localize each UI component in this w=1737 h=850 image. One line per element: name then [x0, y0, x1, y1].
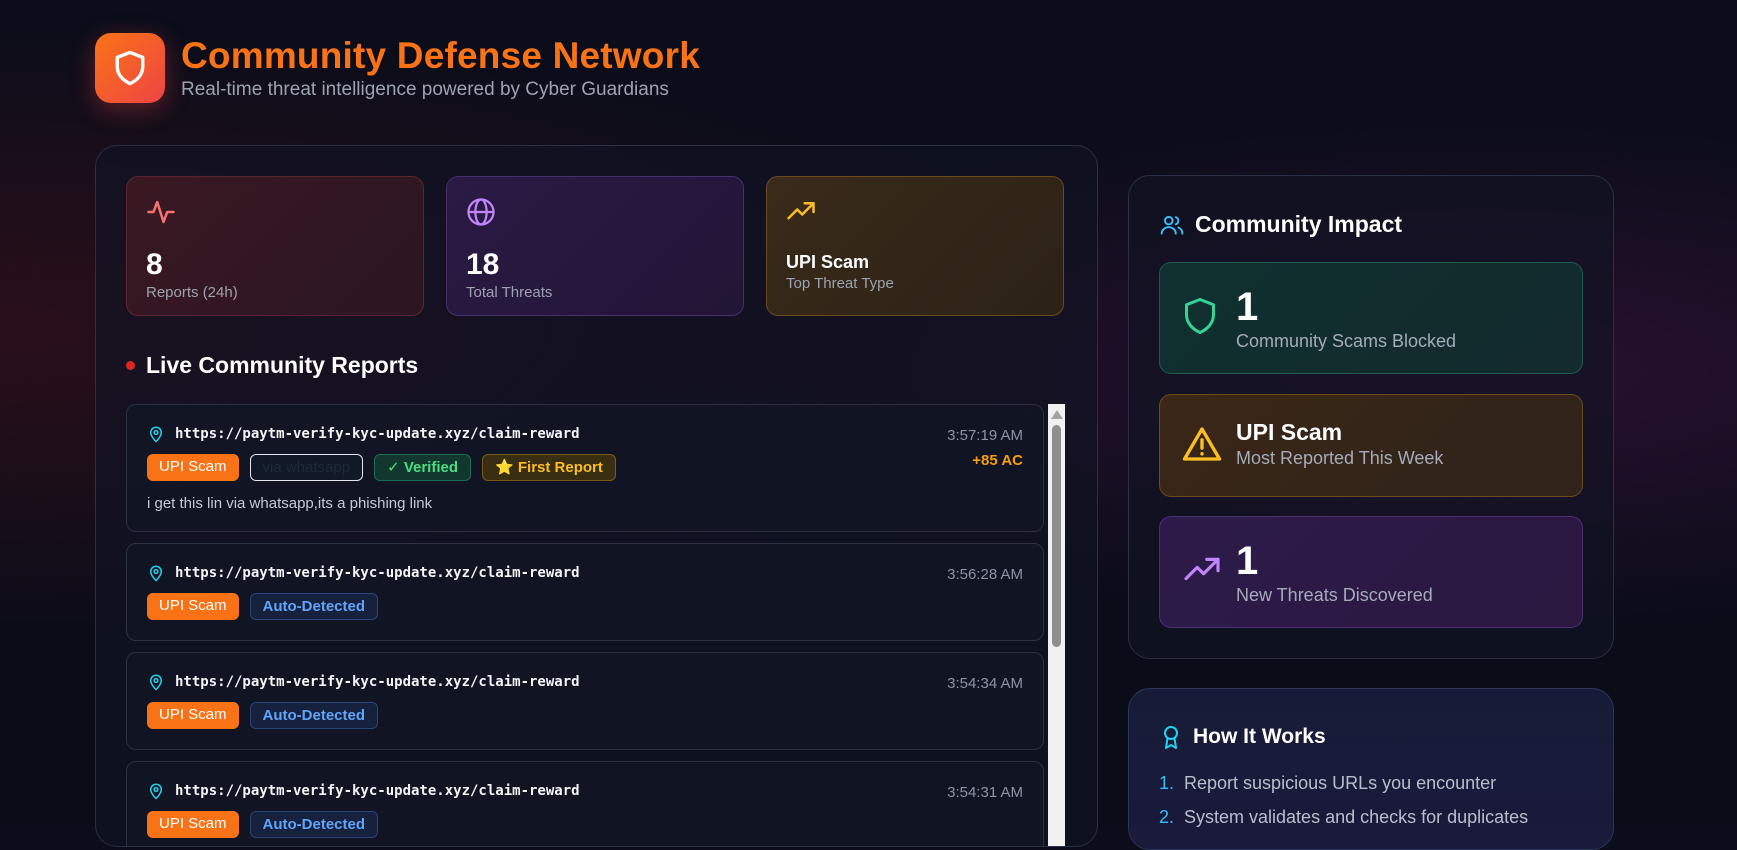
report-time: 3:56:28 AM: [947, 566, 1023, 583]
trending-up-icon: [787, 202, 815, 220]
map-pin-icon: [149, 783, 163, 800]
reward-points: +85 AC: [972, 452, 1023, 469]
impact-card-most-reported: UPI Scam Most Reported This Week: [1159, 394, 1583, 497]
map-pin-icon: [149, 674, 163, 691]
award-icon: [1164, 726, 1178, 749]
page-subtitle: Real-time threat intelligence powered by…: [181, 79, 669, 100]
impact-value: 1: [1236, 285, 1259, 329]
report-item[interactable]: https://paytm-verify-kyc-update.xyz/clai…: [126, 543, 1044, 641]
trending-up-icon: [1184, 557, 1220, 581]
step-text: System validates and checks for duplicat…: [1184, 807, 1529, 827]
stat-value: 8: [146, 248, 163, 281]
globe-icon: [467, 198, 495, 226]
live-dot-icon: [126, 361, 135, 370]
report-time: 3:57:19 AM: [947, 427, 1023, 444]
stat-value: UPI Scam: [786, 252, 870, 272]
impact-label: Community Scams Blocked: [1236, 331, 1457, 351]
stat-label: Total Threats: [466, 284, 553, 301]
scroll-thumb[interactable]: [1052, 425, 1061, 647]
section-title: Live Community Reports: [146, 352, 419, 378]
page-header: Community Defense Network Real-time thre…: [95, 33, 700, 103]
stat-card-reports: 8 Reports (24h): [126, 176, 424, 316]
impact-value: 1: [1236, 539, 1259, 583]
panel-title: Community Impact: [1195, 211, 1403, 237]
scroll-up-arrow-icon[interactable]: [1050, 410, 1063, 419]
impact-label: Most Reported This Week: [1236, 448, 1444, 468]
shield-icon: [115, 50, 145, 86]
stat-label: Top Threat Type: [786, 275, 894, 292]
warning-icon: [1182, 427, 1222, 461]
report-time: 3:54:34 AM: [947, 675, 1023, 692]
how-steps-list: 1. Report suspicious URLs you encounter 2…: [1159, 773, 1528, 841]
impact-value: UPI Scam: [1236, 419, 1343, 445]
users-icon: [1160, 215, 1184, 235]
threat-type-badge: UPI Scam: [147, 593, 239, 620]
reports-panel: 8 Reports (24h) 18 Total Threats UPI Sca…: [95, 145, 1098, 847]
list-item: 1. Report suspicious URLs you encounter: [1159, 773, 1497, 793]
stat-label: Reports (24h): [146, 284, 238, 301]
auto-detected-badge: Auto-Detected: [249, 593, 379, 620]
impact-label: New Threats Discovered: [1236, 585, 1433, 605]
report-comment: i get this lin via whatsapp,its a phishi…: [147, 495, 433, 512]
stat-card-top-threat: UPI Scam Top Threat Type: [766, 176, 1064, 316]
stat-value: 18: [466, 248, 500, 281]
report-url[interactable]: https://paytm-verify-kyc-update.xyz/clai…: [175, 674, 580, 690]
threat-type-badge: UPI Scam: [147, 702, 239, 729]
impact-heading: Community Impact: [1159, 211, 1402, 238]
logo: [95, 33, 165, 103]
impact-card-blocked: 1 Community Scams Blocked: [1159, 262, 1583, 374]
verified-badge: ✓ Verified: [374, 454, 472, 481]
first-report-badge: ⭐ First Report: [482, 454, 616, 481]
panel-title: How It Works: [1193, 725, 1326, 748]
report-url[interactable]: https://paytm-verify-kyc-update.xyz/clai…: [175, 426, 580, 442]
report-url[interactable]: https://paytm-verify-kyc-update.xyz/clai…: [175, 783, 580, 799]
feed-scrollbar[interactable]: [1048, 404, 1065, 846]
community-impact-panel: Community Impact 1 Community Scams Block…: [1128, 175, 1614, 659]
stat-card-threats: 18 Total Threats: [446, 176, 744, 316]
report-time: 3:54:31 AM: [947, 784, 1023, 801]
report-url[interactable]: https://paytm-verify-kyc-update.xyz/clai…: [175, 565, 580, 581]
how-it-works-panel: How It Works 1. Report suspicious URLs yo…: [1128, 688, 1614, 850]
source-badge: via whatsapp: [249, 454, 364, 481]
shield-icon: [1185, 298, 1215, 334]
impact-card-new-threats: 1 New Threats Discovered: [1159, 516, 1583, 628]
activity-icon: [147, 200, 175, 224]
step-text: Report suspicious URLs you encounter: [1184, 773, 1497, 793]
auto-detected-badge: Auto-Detected: [249, 702, 379, 729]
threat-type-badge: UPI Scam: [147, 454, 239, 481]
live-reports-heading: Live Community Reports: [126, 352, 418, 379]
reports-feed[interactable]: https://paytm-verify-kyc-update.xyz/clai…: [126, 404, 1048, 846]
how-heading: How It Works: [1159, 724, 1326, 750]
page-title: Community Defense Network: [181, 35, 700, 76]
report-item[interactable]: https://paytm-verify-kyc-update.xyz/clai…: [126, 761, 1044, 846]
map-pin-icon: [149, 426, 163, 443]
report-item[interactable]: https://paytm-verify-kyc-update.xyz/clai…: [126, 404, 1044, 532]
report-item[interactable]: https://paytm-verify-kyc-update.xyz/clai…: [126, 652, 1044, 750]
map-pin-icon: [149, 565, 163, 582]
